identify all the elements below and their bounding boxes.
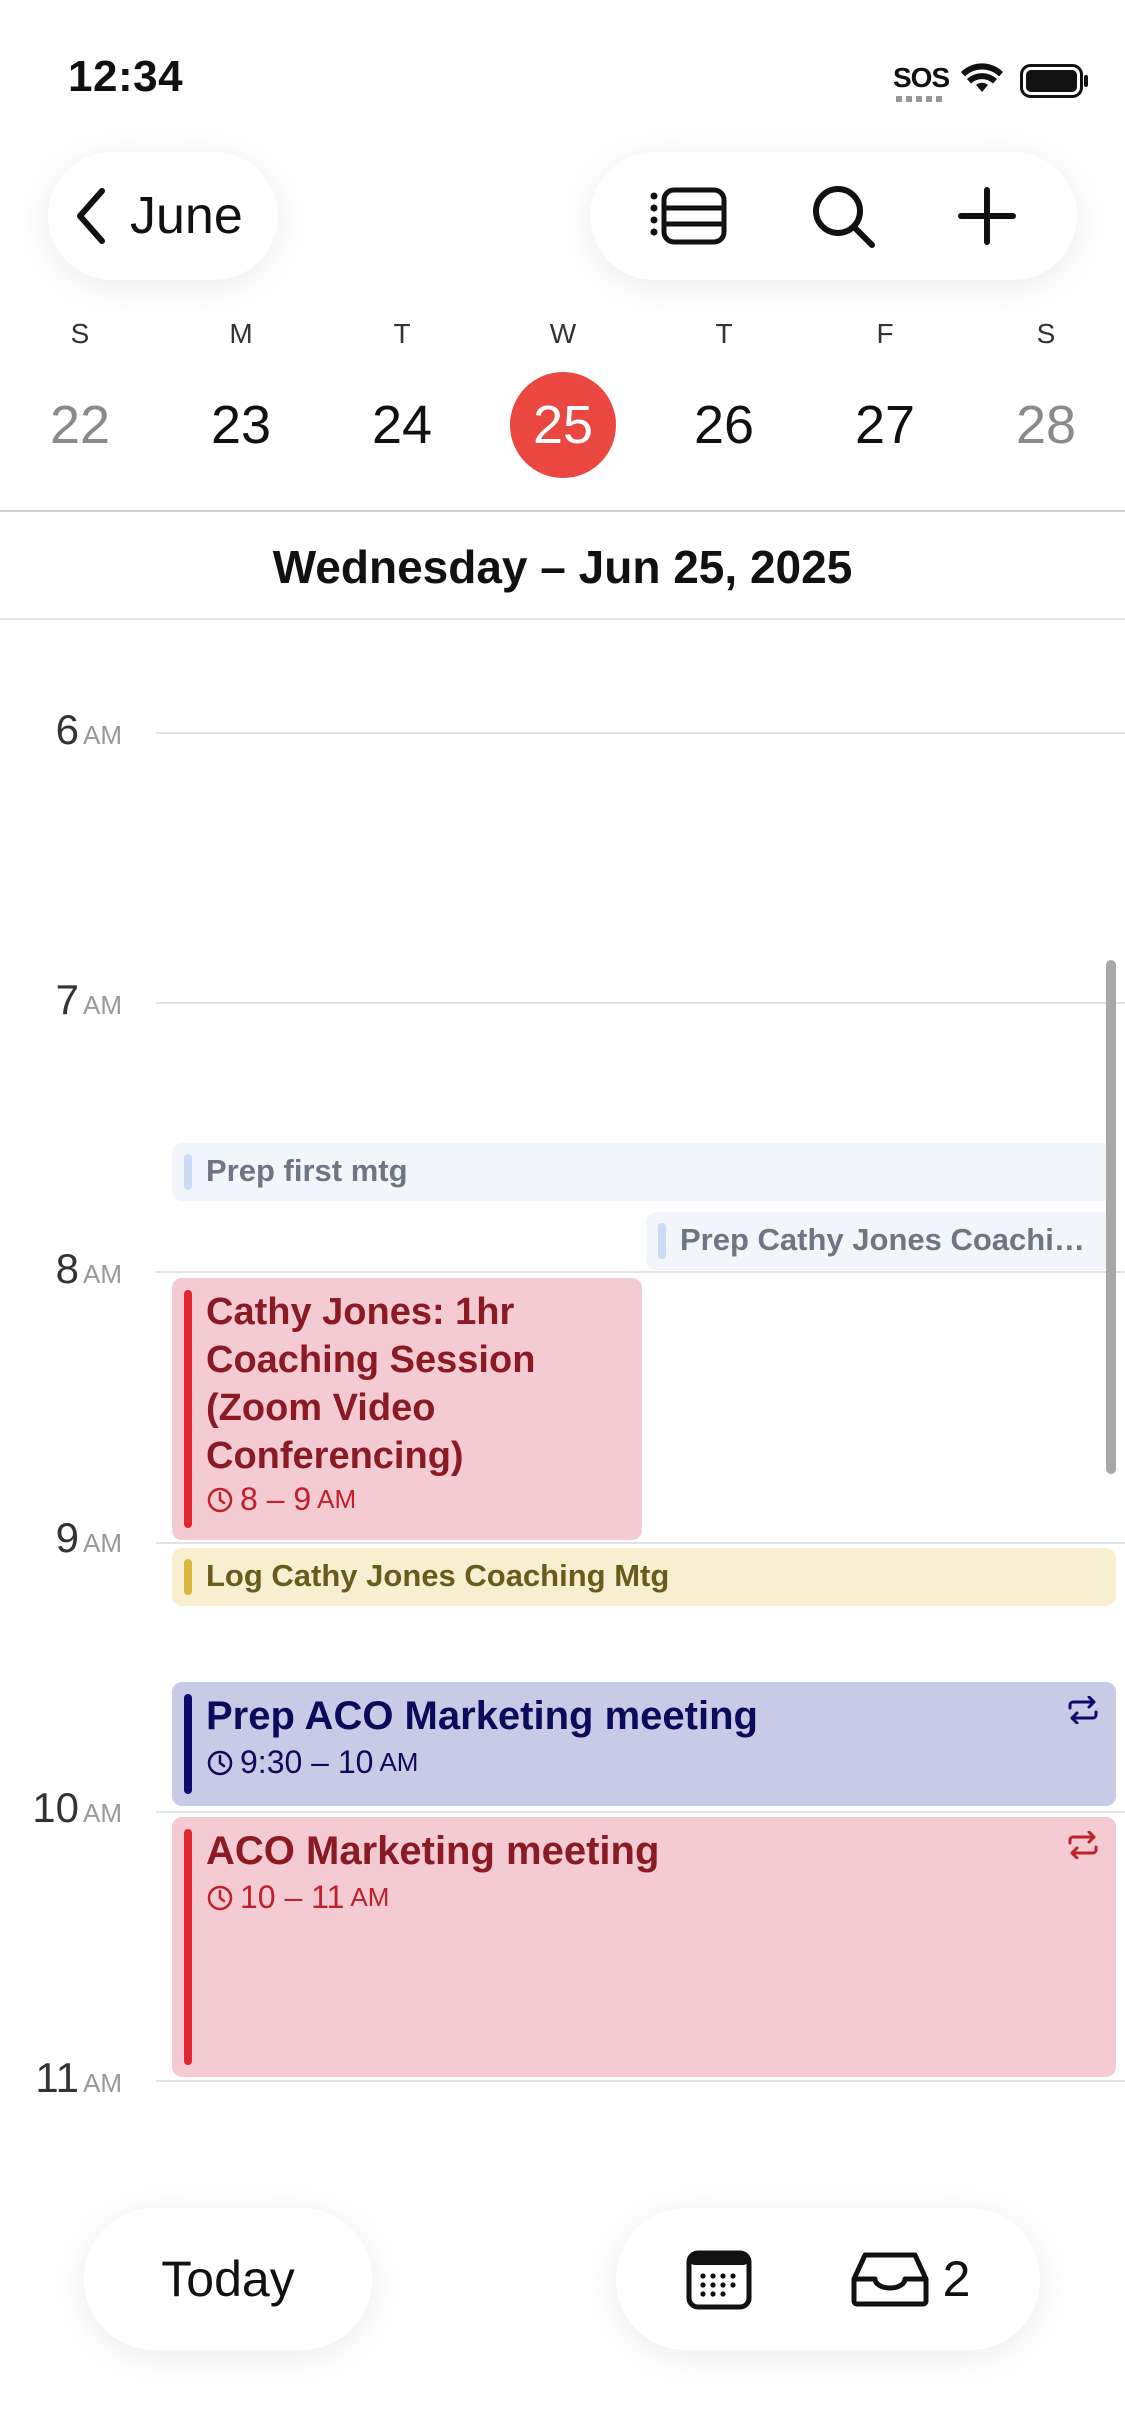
list-view-icon[interactable] — [650, 184, 730, 248]
event-color-bar — [658, 1223, 666, 1259]
weekday-header: S M T W T F S — [0, 318, 1125, 354]
hour-label: 11 AM — [35, 2054, 122, 2101]
date-cell[interactable]: 28 — [991, 370, 1101, 480]
event-title: Prep first mtg — [206, 1153, 408, 1188]
back-to-month-button[interactable]: June — [48, 152, 278, 280]
divider — [0, 510, 1125, 512]
battery-icon — [1020, 64, 1088, 98]
hour-label: 7 AM — [55, 976, 122, 1023]
hour-line — [156, 1271, 1125, 1273]
hour-label: 8 AM — [55, 1245, 122, 1292]
back-label: June — [130, 187, 243, 245]
clock-icon — [207, 1487, 233, 1512]
add-event-icon[interactable] — [957, 186, 1017, 246]
date-cell[interactable]: 27 — [830, 370, 940, 480]
hour-line — [156, 732, 1125, 734]
repeat-icon — [1068, 1696, 1098, 1724]
divider — [0, 618, 1125, 620]
sos-indicator: SOS — [893, 62, 950, 93]
weekday-label: F — [876, 318, 894, 349]
bottom-actions: 2 — [616, 2208, 1040, 2350]
calendars-icon[interactable] — [686, 2248, 752, 2310]
sos-signal-dots — [896, 96, 942, 102]
event-title: Cathy Jones: 1hr Coaching Session (Zoom … — [206, 1291, 536, 1477]
event-color-bar — [184, 1694, 192, 1794]
hour-line — [156, 2080, 1125, 2082]
hour-line — [156, 1811, 1125, 1813]
clock-icon — [207, 1750, 233, 1775]
event-title: Prep Cathy Jones Coaching Mtg — [680, 1222, 1100, 1257]
scrollbar[interactable] — [1106, 960, 1116, 1474]
today-button[interactable]: Today — [84, 2208, 372, 2350]
date-cell[interactable]: 23 — [186, 370, 296, 480]
event-color-bar — [184, 1559, 192, 1595]
event-title: Log Cathy Jones Coaching Mtg — [206, 1558, 670, 1593]
event-title: Prep ACO Marketing meeting — [206, 1694, 758, 1738]
weekday-label: M — [229, 318, 253, 349]
wifi-icon — [961, 63, 1003, 92]
clock-icon — [207, 1885, 233, 1910]
weekday-label: S — [70, 318, 90, 349]
event-prep-aco-marketing[interactable]: Prep ACO Marketing meeting 9:30 – 10 AM — [172, 1682, 1116, 1806]
date-cell[interactable]: 26 — [669, 370, 779, 480]
header-actions — [590, 152, 1077, 280]
event-time: 10 – 11 AM — [206, 1879, 389, 1916]
event-cathy-jones-coaching[interactable]: Cathy Jones: 1hr Coaching Session (Zoom … — [172, 1278, 642, 1540]
date-cell[interactable]: 24 — [347, 370, 457, 480]
week-dates: 22 23 24 25 26 27 28 — [0, 370, 1125, 480]
event-time: 9:30 – 10 AM — [206, 1744, 418, 1781]
event-aco-marketing[interactable]: ACO Marketing meeting 10 – 11 AM — [172, 1817, 1116, 2077]
event-time: 8 – 9 AM — [206, 1481, 356, 1518]
hour-line — [156, 1542, 1125, 1544]
today-label: Today — [161, 2251, 295, 2307]
weekday-label: T — [393, 318, 411, 349]
inbox-button[interactable]: 2 — [851, 2250, 971, 2308]
inbox-icon — [851, 2252, 929, 2307]
weekday-label: S — [1036, 318, 1056, 349]
hour-label: 10 AM — [32, 1784, 122, 1831]
event-color-bar — [184, 1829, 192, 2065]
date-cell-selected[interactable]: 25 — [510, 372, 616, 478]
event-color-bar — [184, 1154, 192, 1190]
event-prep-first-mtg[interactable]: Prep first mtg — [172, 1143, 1112, 1201]
hour-line — [156, 1002, 1125, 1004]
event-color-bar — [184, 1290, 192, 1528]
date-cell[interactable]: 22 — [25, 370, 135, 480]
inbox-count: 2 — [942, 2251, 971, 2307]
event-title: ACO Marketing meeting — [206, 1829, 660, 1873]
day-title: Wednesday – Jun 25, 2025 — [272, 541, 853, 593]
event-prep-cathy-jones[interactable]: Prep Cathy Jones Coaching Mtg — [646, 1212, 1112, 1270]
status-time: 12:34 — [68, 52, 184, 101]
search-icon[interactable] — [810, 183, 876, 249]
hour-label: 6 AM — [55, 706, 122, 753]
hour-label: 9 AM — [55, 1514, 122, 1561]
weekday-label: T — [715, 318, 733, 349]
chevron-left-icon — [77, 188, 105, 244]
event-log-cathy-jones[interactable]: Log Cathy Jones Coaching Mtg — [172, 1548, 1116, 1606]
repeat-icon — [1068, 1831, 1098, 1859]
weekday-label: W — [549, 318, 577, 349]
